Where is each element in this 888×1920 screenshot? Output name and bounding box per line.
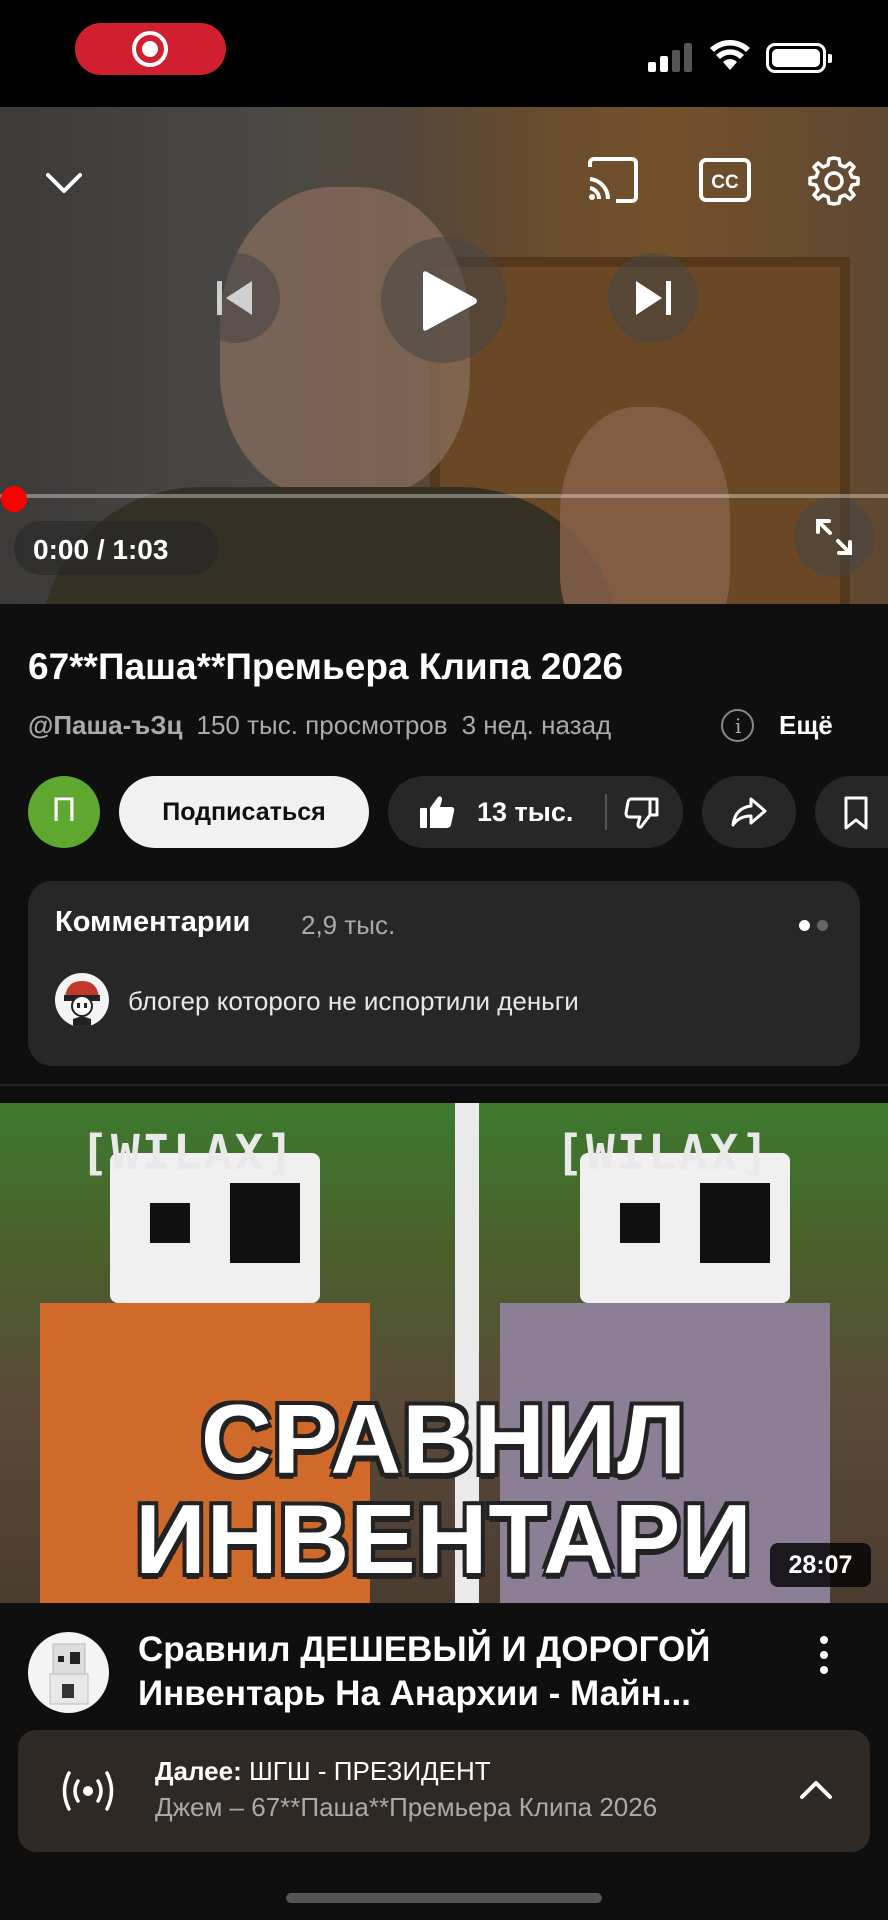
status-bar [0,0,888,107]
broadcast-icon [62,1771,114,1811]
like-count[interactable]: 13 тыс. [477,797,573,828]
video-thumbnail[interactable]: [WILAX] [WILAX] СРАВНИЛ ИНВЕНТАРИ [0,1103,888,1603]
thumbnail-tag-left: [WILAX] [80,1125,297,1181]
comments-card[interactable]: Комментарии 2,9 тыс. блогер которого не … [28,881,860,1066]
info-icon[interactable] [721,709,754,742]
upload-age: 3 нед. назад [461,710,612,740]
comments-count: 2,9 тыс. [301,910,396,940]
more-options-icon[interactable] [818,1636,830,1680]
video-meta[interactable]: @Паша-ъЗц 150 тыс. просмотров 3 нед. назад [28,710,611,741]
settings-icon[interactable] [808,155,860,207]
divider [0,1084,888,1086]
video-player[interactable]: CC 0:00 / 1:03 [0,107,888,604]
top-comment: блогер которого не испортили деньги [128,986,579,1016]
bookmark-icon [844,796,868,830]
svg-text:CC: CC [711,172,739,193]
share-button[interactable] [702,776,796,848]
up-next-subtitle: Джем – 67**Паша**Премьера Клипа 2026 [155,1792,658,1822]
thumbnail-text-line2: ИНВЕНТАРИ [135,1484,753,1594]
thumbs-down-icon[interactable] [624,796,660,830]
carousel-dots [792,918,828,936]
up-next-label: Далее: ШГШ - ПРЕЗИДЕНТ [155,1756,491,1786]
next-channel-avatar[interactable] [28,1632,109,1713]
commenter-avatar[interactable] [55,973,109,1027]
cellular-signal-icon [648,42,694,72]
cast-icon[interactable] [586,157,640,203]
battery-icon [766,43,832,73]
captions-icon[interactable]: CC [698,157,752,203]
next-icon [636,281,671,315]
progress-scrubber[interactable] [1,486,27,512]
fullscreen-icon [816,519,852,555]
video-title[interactable]: 67**Паша**Премьера Клипа 2026 [28,646,623,688]
comments-heading: Комментарии [55,906,251,938]
channel-avatar[interactable]: П [28,776,100,848]
play-button[interactable] [381,237,507,363]
save-button[interactable] [815,776,888,848]
next-button[interactable] [608,253,698,343]
previous-button[interactable] [190,253,280,343]
progress-bar[interactable] [0,494,888,498]
previous-icon [217,281,252,315]
thumbnail-tag-right: [WILAX] [555,1125,772,1181]
up-next-bar[interactable]: Далее: ШГШ - ПРЕЗИДЕНТ Джем – 67**Паша**… [18,1730,870,1852]
duration-badge: 28:07 [770,1543,871,1587]
view-count: 150 тыс. просмотров [196,710,448,740]
subscribe-button[interactable]: Подписаться [119,776,369,848]
time-display: 0:00 / 1:03 [14,521,218,575]
next-video-title[interactable]: Сравнил ДЕШЕВЫЙ И ДОРОГОЙ Инвентарь На А… [138,1628,778,1716]
collapse-icon[interactable] [44,169,84,197]
play-icon [423,271,477,331]
share-icon [731,797,767,827]
home-indicator[interactable] [286,1893,602,1903]
up-next-title: ШГШ - ПРЕЗИДЕНТ [248,1756,491,1786]
fullscreen-button[interactable] [794,497,874,577]
more-button[interactable]: Ещё [779,710,833,741]
screen-recording-indicator[interactable] [75,23,226,75]
wifi-icon [710,40,750,70]
thumbnail-text-line1: СРАВНИЛ [200,1384,688,1494]
channel-handle[interactable]: @Паша-ъЗц [28,710,183,740]
like-dislike-group: 13 тыс. [388,776,683,848]
chevron-up-icon[interactable] [798,1776,834,1802]
thumbs-up-icon[interactable] [418,794,456,830]
